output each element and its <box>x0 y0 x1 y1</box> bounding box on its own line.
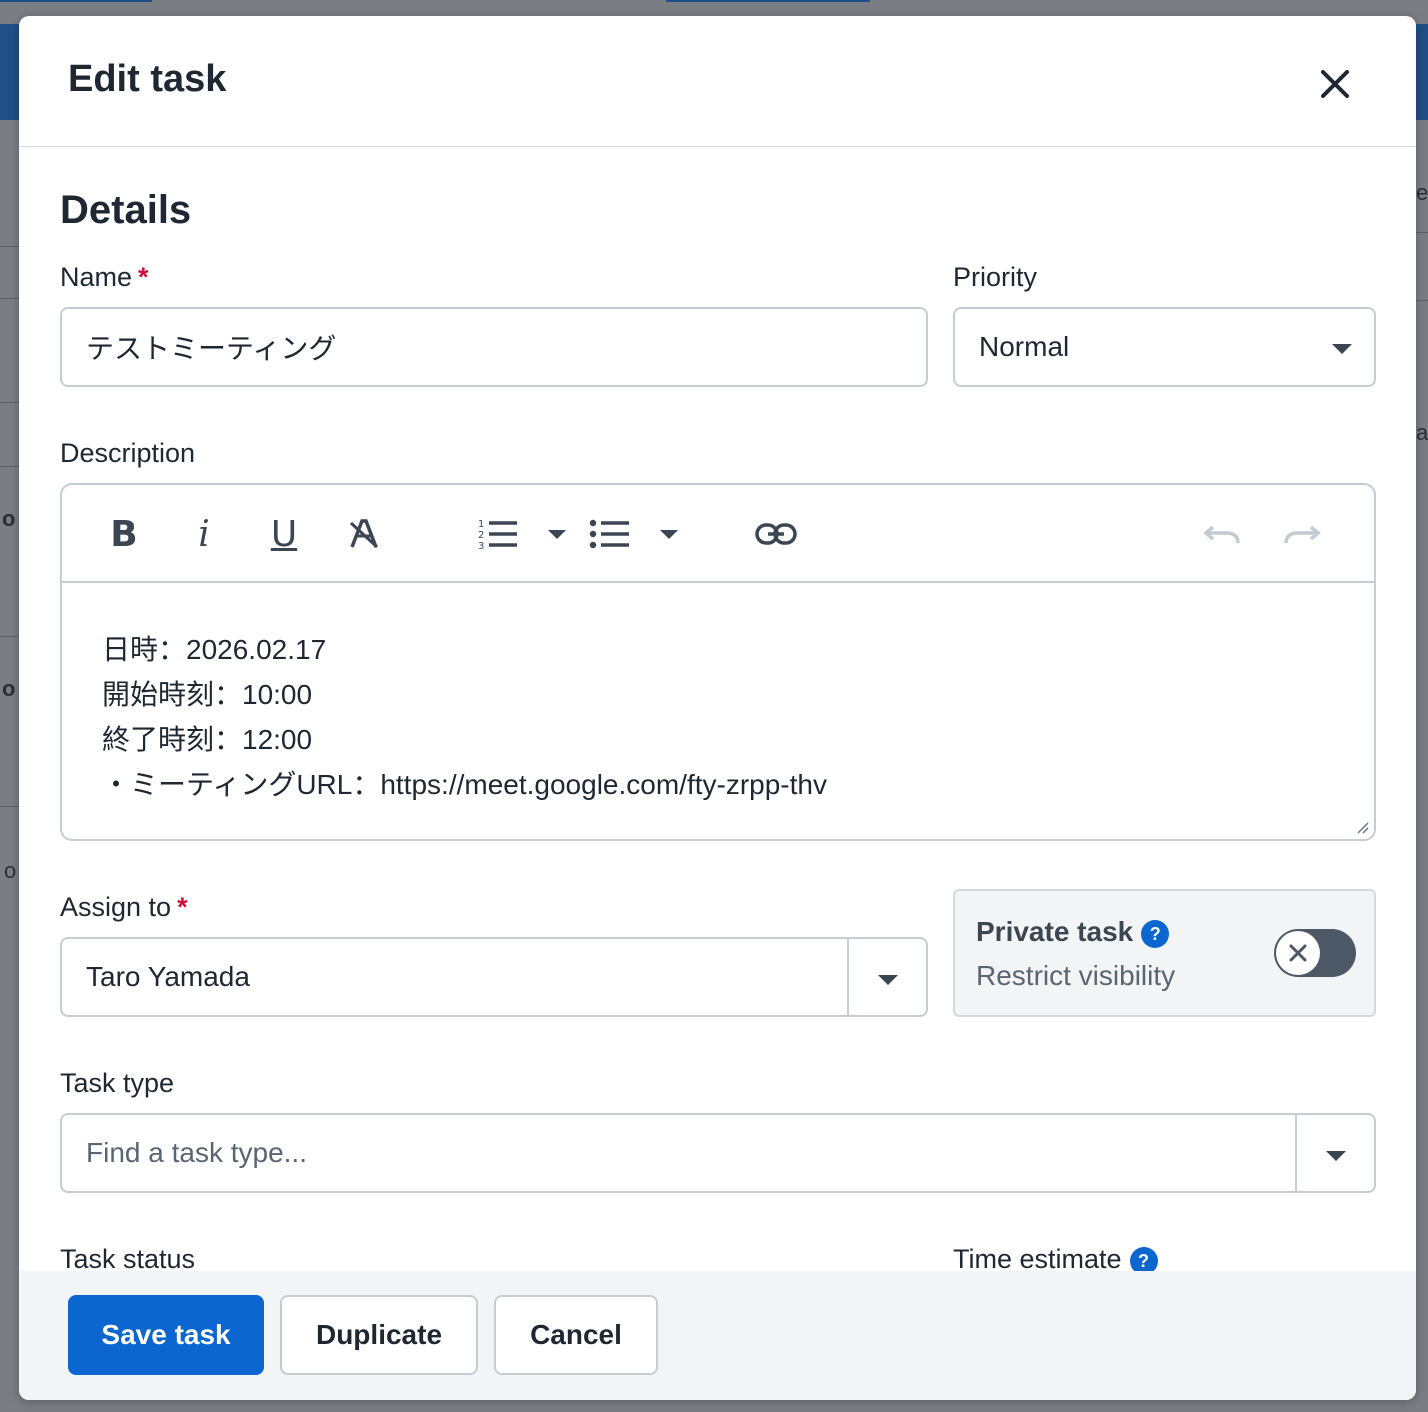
select-divider <box>1295 1115 1297 1191</box>
italic-icon[interactable]: i <box>184 511 224 557</box>
assign-to-label: Assign to * <box>60 892 188 923</box>
editor-toolbar: B i U 123 <box>62 485 1374 583</box>
link-icon[interactable] <box>754 511 798 557</box>
required-marker: * <box>177 892 188 922</box>
task-type-input[interactable]: Find a task type... <box>60 1113 1376 1193</box>
priority-select-value: Normal <box>979 331 1070 362</box>
svg-text:3: 3 <box>478 541 484 551</box>
svg-text:2: 2 <box>478 530 484 541</box>
background-text: a <box>1416 420 1428 445</box>
description-content[interactable]: 日時：2026.02.17 開始時刻：10:00 終了時刻：12:00 ・ミーテ… <box>102 627 827 807</box>
svg-text:1: 1 <box>478 519 484 530</box>
background-link <box>0 0 152 2</box>
assign-to-select[interactable]: Taro Yamada <box>60 937 928 1017</box>
chevron-down-icon <box>1326 1151 1346 1161</box>
background-divider <box>0 466 20 467</box>
bullet-list-icon[interactable] <box>589 511 631 557</box>
ordered-list-icon[interactable]: 123 <box>476 511 520 557</box>
background-divider <box>1416 232 1428 233</box>
bullet-list-dropdown-icon[interactable] <box>658 511 680 557</box>
required-marker: * <box>138 262 149 292</box>
modal-header: Edit task <box>19 16 1416 147</box>
task-type-placeholder: Find a task type... <box>86 1137 307 1168</box>
description-line: ・ミーティングURL：https://meet.google.com/fty-z… <box>102 769 827 800</box>
bold-icon[interactable]: B <box>104 511 144 557</box>
cancel-button[interactable]: Cancel <box>494 1295 658 1375</box>
private-task-title-text: Private task <box>976 916 1134 947</box>
background-divider <box>0 402 20 403</box>
chevron-down-icon <box>878 975 898 985</box>
select-divider <box>847 939 849 1015</box>
section-title-details: Details <box>60 188 192 232</box>
background-link <box>666 0 870 2</box>
close-icon[interactable] <box>1315 64 1355 104</box>
priority-label: Priority <box>953 262 1038 292</box>
background-divider <box>0 298 20 299</box>
task-type-label: Task type <box>60 1068 175 1098</box>
description-line: 終了時刻：12:00 <box>102 724 313 755</box>
background-divider <box>0 636 20 637</box>
assign-to-label-text: Assign to <box>60 892 172 922</box>
private-task-title: Private task? <box>976 916 1170 948</box>
undo-icon[interactable] <box>1202 511 1242 557</box>
background-text: e <box>1416 180 1428 205</box>
description-line: 開始時刻：10:00 <box>102 679 313 710</box>
background-divider <box>0 806 20 807</box>
assign-to-value: Taro Yamada <box>86 961 250 992</box>
edit-task-modal: Edit task Details Name * テストミーティング Priori… <box>19 16 1416 1400</box>
modal-title: Edit task <box>68 58 227 100</box>
redo-icon[interactable] <box>1282 511 1322 557</box>
name-label-text: Name <box>60 262 133 292</box>
description-editor: B i U 123 日時：2026.02.17 開始時刻：10:00 終了時刻：… <box>60 483 1376 841</box>
help-icon[interactable]: ? <box>1141 919 1170 948</box>
chevron-down-icon <box>1332 344 1352 354</box>
background-text: o <box>2 506 16 531</box>
private-task-toggle[interactable] <box>1274 929 1356 977</box>
duplicate-button[interactable]: Duplicate <box>280 1295 478 1375</box>
save-task-button[interactable]: Save task <box>68 1295 264 1375</box>
background-text: o <box>2 676 16 701</box>
clear-format-icon[interactable] <box>344 511 384 557</box>
name-input[interactable]: テストミーティング <box>60 307 928 387</box>
description-line: 日時：2026.02.17 <box>102 634 327 665</box>
modal-footer: Save task Duplicate Cancel <box>19 1271 1416 1400</box>
background-divider <box>1416 300 1428 301</box>
priority-select[interactable]: Normal <box>953 307 1376 387</box>
private-task-subtitle: Restrict visibility <box>976 960 1176 991</box>
background-text: o <box>4 858 17 883</box>
background-divider <box>0 246 20 247</box>
name-label: Name * <box>60 262 149 293</box>
time-estimate-label-text: Time estimate <box>953 1244 1122 1274</box>
ordered-list-dropdown-icon[interactable] <box>546 511 568 557</box>
private-task-box: Private task? Restrict visibility <box>953 889 1376 1017</box>
description-label: Description <box>60 438 196 468</box>
resize-handle-icon[interactable] <box>1354 819 1370 835</box>
toggle-off-icon <box>1276 931 1320 975</box>
underline-icon[interactable]: U <box>264 511 304 557</box>
name-input-value: テストミーティング <box>86 333 337 364</box>
